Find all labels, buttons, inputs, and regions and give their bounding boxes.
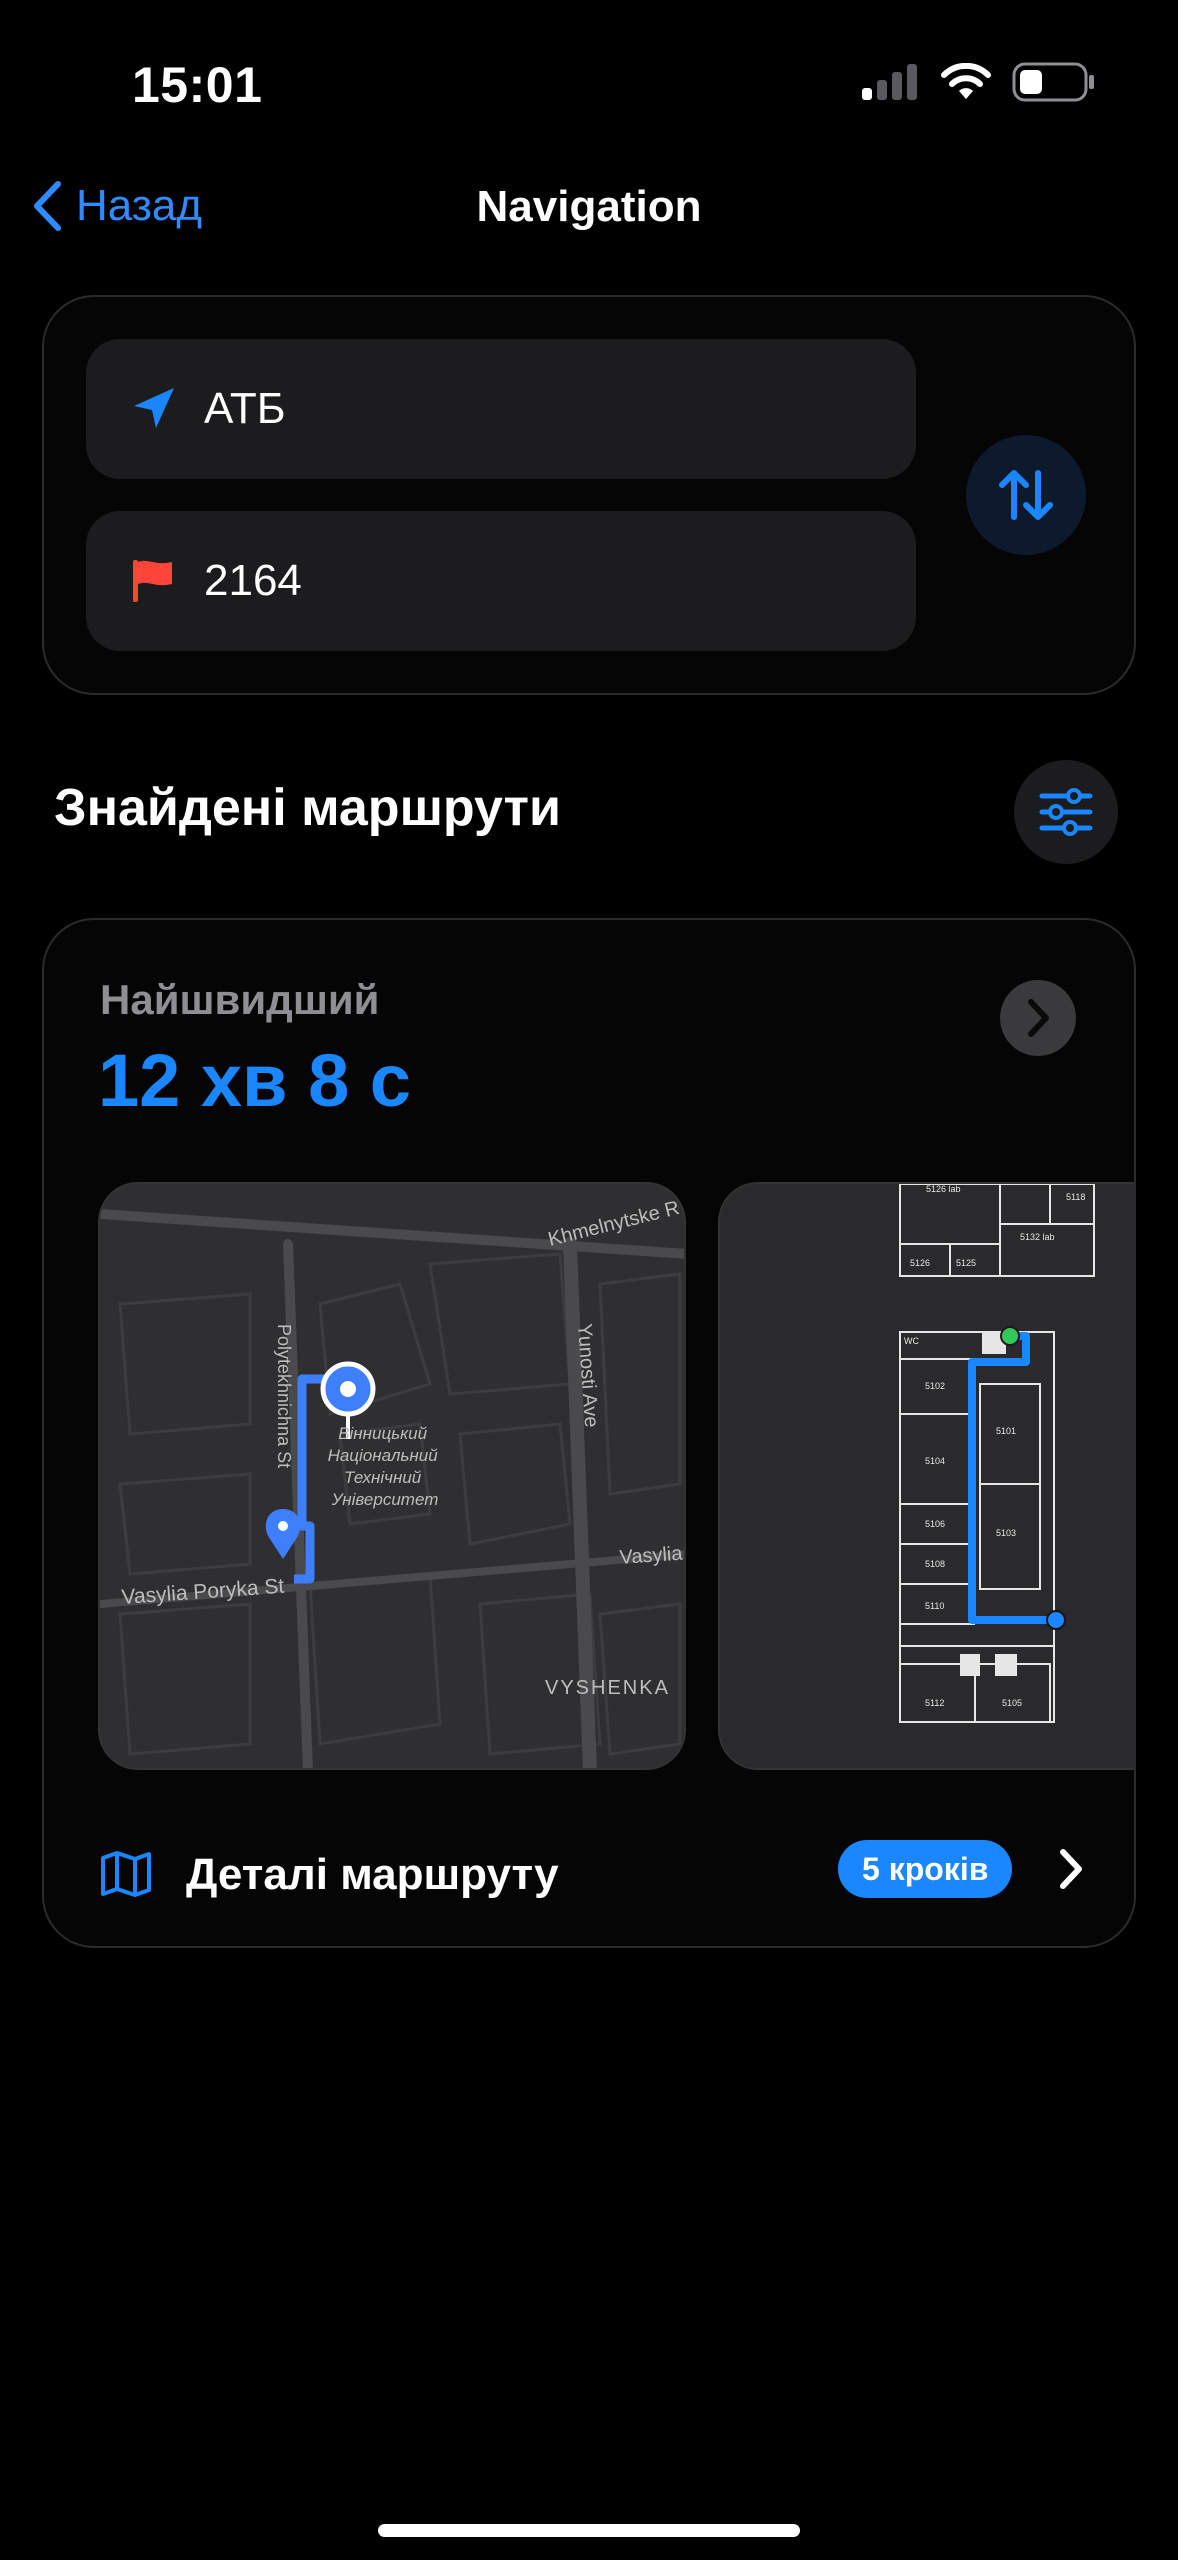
map-poi-line-4: Університет (331, 1490, 439, 1509)
room-label-2: 5126 (910, 1258, 930, 1268)
origin-value: АТБ (204, 384, 286, 433)
room-label-14: 5105 (1002, 1698, 1022, 1708)
room-label-11: 5108 (925, 1559, 945, 1569)
room-label-13: 5112 (925, 1698, 944, 1708)
chevron-right-icon (1060, 1849, 1082, 1889)
map-svg: Khmelnytske R Polytekhnichna St Yunosti … (100, 1184, 684, 1768)
destination-field[interactable]: 2164 (86, 511, 916, 651)
room-label-1: 5118 (1066, 1192, 1085, 1202)
battery-icon (1012, 62, 1094, 102)
room-label-4: 5132 lab (1020, 1232, 1055, 1242)
steps-badge: 5 кроків (838, 1840, 1013, 1898)
room-label-9: 5103 (996, 1528, 1016, 1538)
route-card[interactable]: Найшвидший 12 хв 8 с Khmelnytske R Polyt… (42, 918, 1136, 1948)
route-kind: Найшвидший (100, 976, 380, 1023)
map-label-street-5: Vasylia (619, 1543, 684, 1569)
swap-arrows-icon (999, 470, 1053, 520)
sliders-icon (1039, 788, 1093, 836)
page-title: Navigation (476, 182, 702, 231)
location-arrow-icon (134, 388, 174, 428)
room-label-0: 5126 lab (926, 1184, 961, 1194)
map-poi-line-3: Технічний (344, 1468, 422, 1487)
status-time: 15:01 (132, 57, 263, 113)
map-label-district: VYSHENKA (545, 1677, 670, 1699)
room-label-7: 5101 (996, 1426, 1016, 1436)
room-label-6: 5102 (925, 1381, 945, 1391)
room-label-8: 5104 (925, 1456, 945, 1466)
room-label-3: 5125 (956, 1258, 976, 1268)
outdoor-map-preview[interactable]: Khmelnytske R Polytekhnichna St Yunosti … (98, 1182, 686, 1770)
map-poi-line-1: Вінницький (338, 1424, 427, 1443)
room-label-10: 5106 (925, 1519, 945, 1529)
map-icon (101, 1851, 151, 1897)
route-details-label: Деталі маршруту (186, 1850, 559, 1899)
route-details-row[interactable]: Деталі маршруту 5 кроків (44, 1820, 1134, 1930)
route-previews: Khmelnytske R Polytekhnichna St Yunosti … (98, 1182, 1134, 1772)
origin-field[interactable]: АТБ (86, 339, 916, 479)
swap-button[interactable] (966, 435, 1086, 555)
home-indicator[interactable] (378, 2524, 800, 2537)
route-input-card: АТБ 2164 (42, 295, 1136, 695)
floor-plan-svg: 5126 lab 5118 5126 5125 5132 lab WC 5102… (720, 1184, 1134, 1768)
red-flag-icon (133, 560, 172, 602)
floor-plan-preview[interactable]: 5126 lab 5118 5126 5125 5132 lab WC 5102… (718, 1182, 1134, 1770)
room-label-12: 5110 (925, 1601, 944, 1611)
route-open-button[interactable] (1000, 980, 1076, 1056)
cellular-signal-icon (862, 64, 917, 100)
wifi-icon (941, 63, 991, 99)
destination-value: 2164 (204, 556, 302, 605)
map-label-street-2: Polytekhnichna St (274, 1324, 294, 1468)
status-icons (862, 62, 1096, 102)
map-poi-line-2: Національний (328, 1446, 439, 1465)
results-title: Знайдені маршрути (54, 779, 561, 837)
room-label-5: WC (904, 1336, 919, 1346)
filter-button[interactable] (1014, 760, 1118, 864)
chevron-right-icon (1028, 999, 1049, 1037)
route-duration: 12 хв 8 с (98, 1039, 411, 1122)
